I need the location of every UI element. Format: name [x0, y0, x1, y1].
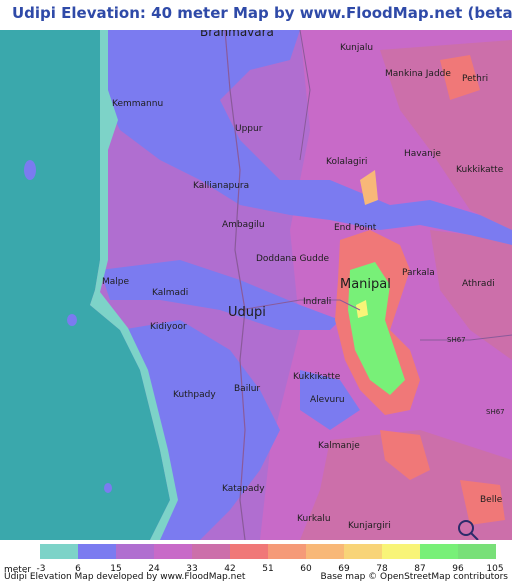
place-udupi: Udupi — [228, 305, 266, 320]
place-havanje: Havanje — [404, 149, 441, 159]
legend-swatch — [192, 544, 230, 559]
place-kukkikatte-ne: Kukkikatte — [456, 165, 504, 175]
legend-swatch — [154, 544, 192, 559]
place-pethri: Pethri — [462, 74, 488, 84]
legend-swatch — [420, 544, 458, 559]
legend-swatch — [78, 544, 116, 559]
legend-swatch — [230, 544, 268, 559]
place-athradi: Athradi — [462, 279, 495, 289]
legend-swatch — [344, 544, 382, 559]
place-mankina-jadde: Mankina Jadde — [385, 69, 451, 79]
place-kalmanje: Kalmanje — [318, 441, 360, 451]
legend-swatch — [40, 544, 78, 559]
place-manipal: Manipal — [340, 277, 391, 292]
place-kurkalu: Kurkalu — [297, 514, 331, 524]
elevation-map[interactable]: Brahmavara Kunjalu Mankina Jadde Pethri … — [0, 25, 512, 541]
map-canvas: Brahmavara Kunjalu Mankina Jadde Pethri … — [0, 25, 512, 541]
island — [24, 160, 36, 180]
elevation-legend: meter -3 6 15 24 33 42 51 60 69 78 87 96 105 Udipi E… — [0, 540, 512, 582]
place-kunjargiri: Kunjargiri — [348, 521, 391, 531]
place-end-point: End Point — [334, 223, 377, 233]
place-kemmannu: Kemmannu — [112, 99, 163, 109]
place-kunjalu: Kunjalu — [340, 43, 373, 53]
place-brahmavara: Brahmavara — [200, 30, 274, 39]
page-title: Udipi Elevation: 40 meter Map by www.Flo… — [12, 4, 512, 22]
place-kukkikatte: Kukkikatte — [293, 372, 341, 382]
legend-swatch — [268, 544, 306, 559]
legend-swatch — [116, 544, 154, 559]
footer-basemap: Base map © OpenStreetMap contributors — [320, 572, 508, 582]
footer-credit: Udipi Elevation Map developed by www.Flo… — [4, 572, 246, 582]
road-label-sh67: SH67 — [447, 336, 466, 344]
title-bar: Udipi Elevation: 40 meter Map by www.Flo… — [0, 0, 512, 30]
place-indrali: Indrali — [303, 297, 331, 307]
place-kidiyoor: Kidiyoor — [150, 322, 187, 332]
place-parkala: Parkala — [402, 268, 435, 278]
place-kuthpady: Kuthpady — [173, 390, 216, 400]
place-alevuru: Alevuru — [310, 395, 345, 405]
place-katapady: Katapady — [222, 484, 265, 494]
legend-swatch — [306, 544, 344, 559]
legend-tick-label: 60 — [300, 564, 312, 574]
place-bailur: Bailur — [234, 384, 260, 394]
place-kolalagiri: Kolalagiri — [326, 157, 367, 167]
road-label-sh67-b: SH67 — [486, 408, 505, 416]
legend-swatch — [458, 544, 496, 559]
island — [104, 483, 112, 493]
place-doddana-gudde: Doddana Gudde — [256, 254, 330, 264]
legend-swatch — [382, 544, 420, 559]
place-malpe: Malpe — [102, 277, 129, 287]
island — [67, 314, 77, 326]
legend-tick-label: 51 — [262, 564, 274, 574]
place-kalmadi: Kalmadi — [152, 288, 188, 298]
place-kallianapura: Kallianapura — [193, 181, 249, 191]
place-belle: Belle — [480, 495, 503, 505]
place-uppur: Uppur — [235, 124, 263, 134]
place-ambagilu: Ambagilu — [222, 220, 265, 230]
